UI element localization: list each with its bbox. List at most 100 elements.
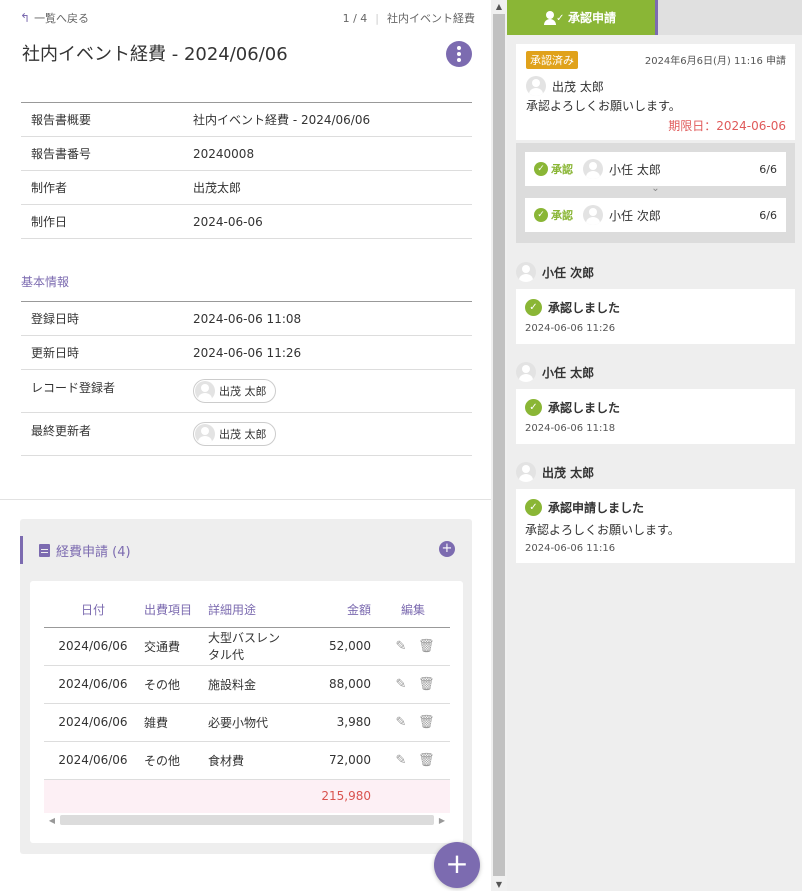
trash-icon[interactable]: 🗑 <box>418 639 435 654</box>
field-label: 登録日時 <box>21 301 183 336</box>
edit-icon[interactable]: ✎ <box>394 715 408 730</box>
table-row: 2024/06/06 その他 施設料金 88,000 ✎ 🗑 <box>44 665 450 704</box>
cell-date: 2024/06/06 <box>44 665 139 704</box>
cell-detail: 大型バスレンタル代 <box>203 627 296 666</box>
expense-header-row: 日付 出費項目 詳細用途 金額 編集 <box>44 593 450 628</box>
total-empty <box>376 779 450 813</box>
basic-row-last-editor: 最終更新者 出茂 太郎 <box>21 412 472 456</box>
field-label: 最終更新者 <box>21 412 183 456</box>
approval-step: 6/6 <box>759 162 777 176</box>
col-amount[interactable]: 金額 <box>296 593 376 628</box>
timeline-message: 承認よろしくお願いします。 <box>525 523 680 537</box>
scroll-left-icon[interactable]: ◀ <box>44 816 60 825</box>
add-record-fab[interactable]: + <box>434 842 480 888</box>
scrollbar-thumb[interactable] <box>493 14 505 876</box>
timeline-action: ✓ 承認しました <box>525 299 786 316</box>
more-options-button[interactable] <box>446 41 472 67</box>
field-value: 出茂 太郎 <box>183 369 472 413</box>
field-label: 制作日 <box>21 204 183 239</box>
status-badge: 承認済み <box>526 51 578 69</box>
document-icon <box>39 543 50 557</box>
avatar-icon <box>526 76 546 96</box>
timeline-timestamp: 2024-06-06 11:18 <box>525 423 616 434</box>
approval-pane: ✓ 承認申請 承認済み 2024年6月6日(月) 11:16 申請 出茂 太郎 … <box>507 0 802 891</box>
approver-user: 小任 次郎 <box>583 205 759 225</box>
user-chip[interactable]: 出茂 太郎 <box>193 421 276 446</box>
user-check-icon: ✓ <box>543 10 564 25</box>
scroll-down-icon[interactable]: ▼ <box>491 880 507 889</box>
cell-actions: ✎ 🗑 <box>376 627 450 666</box>
approval-status-label: 承認 <box>551 163 573 176</box>
col-date[interactable]: 日付 <box>44 593 139 628</box>
cell-date: 2024/06/06 <box>44 741 139 780</box>
scroll-up-icon[interactable]: ▲ <box>491 2 507 11</box>
timeline-user: 小任 次郎 <box>516 262 594 282</box>
field-value: 2024-06-06 11:08 <box>183 301 472 336</box>
approver-row: ✓ 承認 小任 太郎 6/6 <box>525 152 786 186</box>
pager-separator: | <box>375 11 379 25</box>
col-item[interactable]: 出費項目 <box>139 593 203 628</box>
timeline-timestamp: 2024-06-06 11:16 <box>525 543 616 554</box>
edit-icon[interactable]: ✎ <box>394 639 408 654</box>
cell-item: 交通費 <box>139 627 203 666</box>
timeline-user: 小任 太郎 <box>516 362 594 382</box>
horizontal-scrollbar[interactable]: ◀ ▶ <box>44 813 450 827</box>
tab-label: 承認申請 <box>567 11 616 25</box>
record-pager: 1 / 4 | 社内イベント経費 <box>343 10 475 26</box>
summary-table: 報告書概要 社内イベント経費 - 2024/06/06 報告書番号 202400… <box>21 102 472 239</box>
cell-amount: 88,000 <box>296 665 376 704</box>
add-expense-icon[interactable]: + <box>439 541 455 557</box>
basic-row-registered: 登録日時 2024-06-06 11:08 <box>21 301 472 336</box>
edit-icon[interactable]: ✎ <box>394 753 408 768</box>
cell-actions: ✎ 🗑 <box>376 741 450 780</box>
tab-approval-request[interactable]: ✓ 承認申請 <box>507 0 658 35</box>
trash-icon[interactable]: 🗑 <box>418 753 435 768</box>
summary-row-number: 報告書番号 20240008 <box>21 136 472 171</box>
user-chip[interactable]: 出茂 太郎 <box>193 378 276 403</box>
basic-row-updated: 更新日時 2024-06-06 11:26 <box>21 335 472 370</box>
user-name: 出茂 太郎 <box>219 384 267 398</box>
section-basic-info-label: 基本情報 <box>21 275 70 289</box>
cell-actions: ✎ 🗑 <box>376 665 450 704</box>
timeline-action: ✓ 承認しました <box>525 399 786 416</box>
field-label: 更新日時 <box>21 335 183 370</box>
cell-item: その他 <box>139 741 203 780</box>
avatar-icon <box>195 380 215 401</box>
vertical-scrollbar[interactable]: ▲ ▼ <box>491 0 507 891</box>
field-value: 2024-06-06 <box>183 204 472 239</box>
timeline-action-label: 承認しました <box>548 301 621 315</box>
expense-subtable-title: 経費申請 (4) <box>56 544 131 560</box>
trash-icon[interactable]: 🗑 <box>418 715 435 730</box>
approval-status: ✓ 承認 <box>534 207 573 223</box>
expense-subtable-header: 経費申請 (4) <box>20 536 472 564</box>
request-deadline: 期限日：2024-06-06 <box>668 119 786 133</box>
basic-info-table: 登録日時 2024-06-06 11:08 更新日時 2024-06-06 11… <box>21 301 472 456</box>
expense-table: 日付 出費項目 詳細用途 金額 編集 2024/06/06 交通費 大型バスレン… <box>44 593 450 813</box>
scrollbar-track[interactable] <box>60 815 434 825</box>
avatar-icon <box>516 362 536 382</box>
cell-date: 2024/06/06 <box>44 627 139 666</box>
pager-record-name[interactable]: 社内イベント経費 <box>387 10 475 26</box>
cell-detail: 必要小物代 <box>203 703 296 742</box>
timeline-user: 出茂 太郎 <box>516 462 594 482</box>
total-empty <box>203 779 296 813</box>
scroll-right-icon[interactable]: ▶ <box>434 816 450 825</box>
pager-position: 1 / 4 <box>342 11 368 25</box>
requester: 出茂 太郎 <box>526 76 604 96</box>
col-detail[interactable]: 詳細用途 <box>203 593 296 628</box>
total-empty <box>139 779 203 813</box>
timeline-user-name: 小任 太郎 <box>542 365 595 380</box>
trash-icon[interactable]: 🗑 <box>418 677 435 692</box>
timeline-action: ✓ 承認申請しました <box>525 499 786 516</box>
cell-detail: 食材費 <box>203 741 296 780</box>
back-to-list-link[interactable]: ↰ 一覧へ戻る <box>20 10 89 26</box>
edit-icon[interactable]: ✎ <box>394 677 408 692</box>
timeline-entry: ✓ 承認しました 2024-06-06 11:18 <box>516 389 795 444</box>
check-circle-icon: ✓ <box>525 499 542 516</box>
record-detail-pane: ↰ 一覧へ戻る 1 / 4 | 社内イベント経費 社内イベント経費 - 2024… <box>0 0 491 891</box>
cell-actions: ✎ 🗑 <box>376 703 450 742</box>
avatar-icon <box>583 159 603 179</box>
request-timestamp: 2024年6月6日(月) 11:16 申請 <box>644 56 786 67</box>
field-value: 社内イベント経費 - 2024/06/06 <box>183 102 472 137</box>
user-name: 出茂 太郎 <box>219 427 267 441</box>
